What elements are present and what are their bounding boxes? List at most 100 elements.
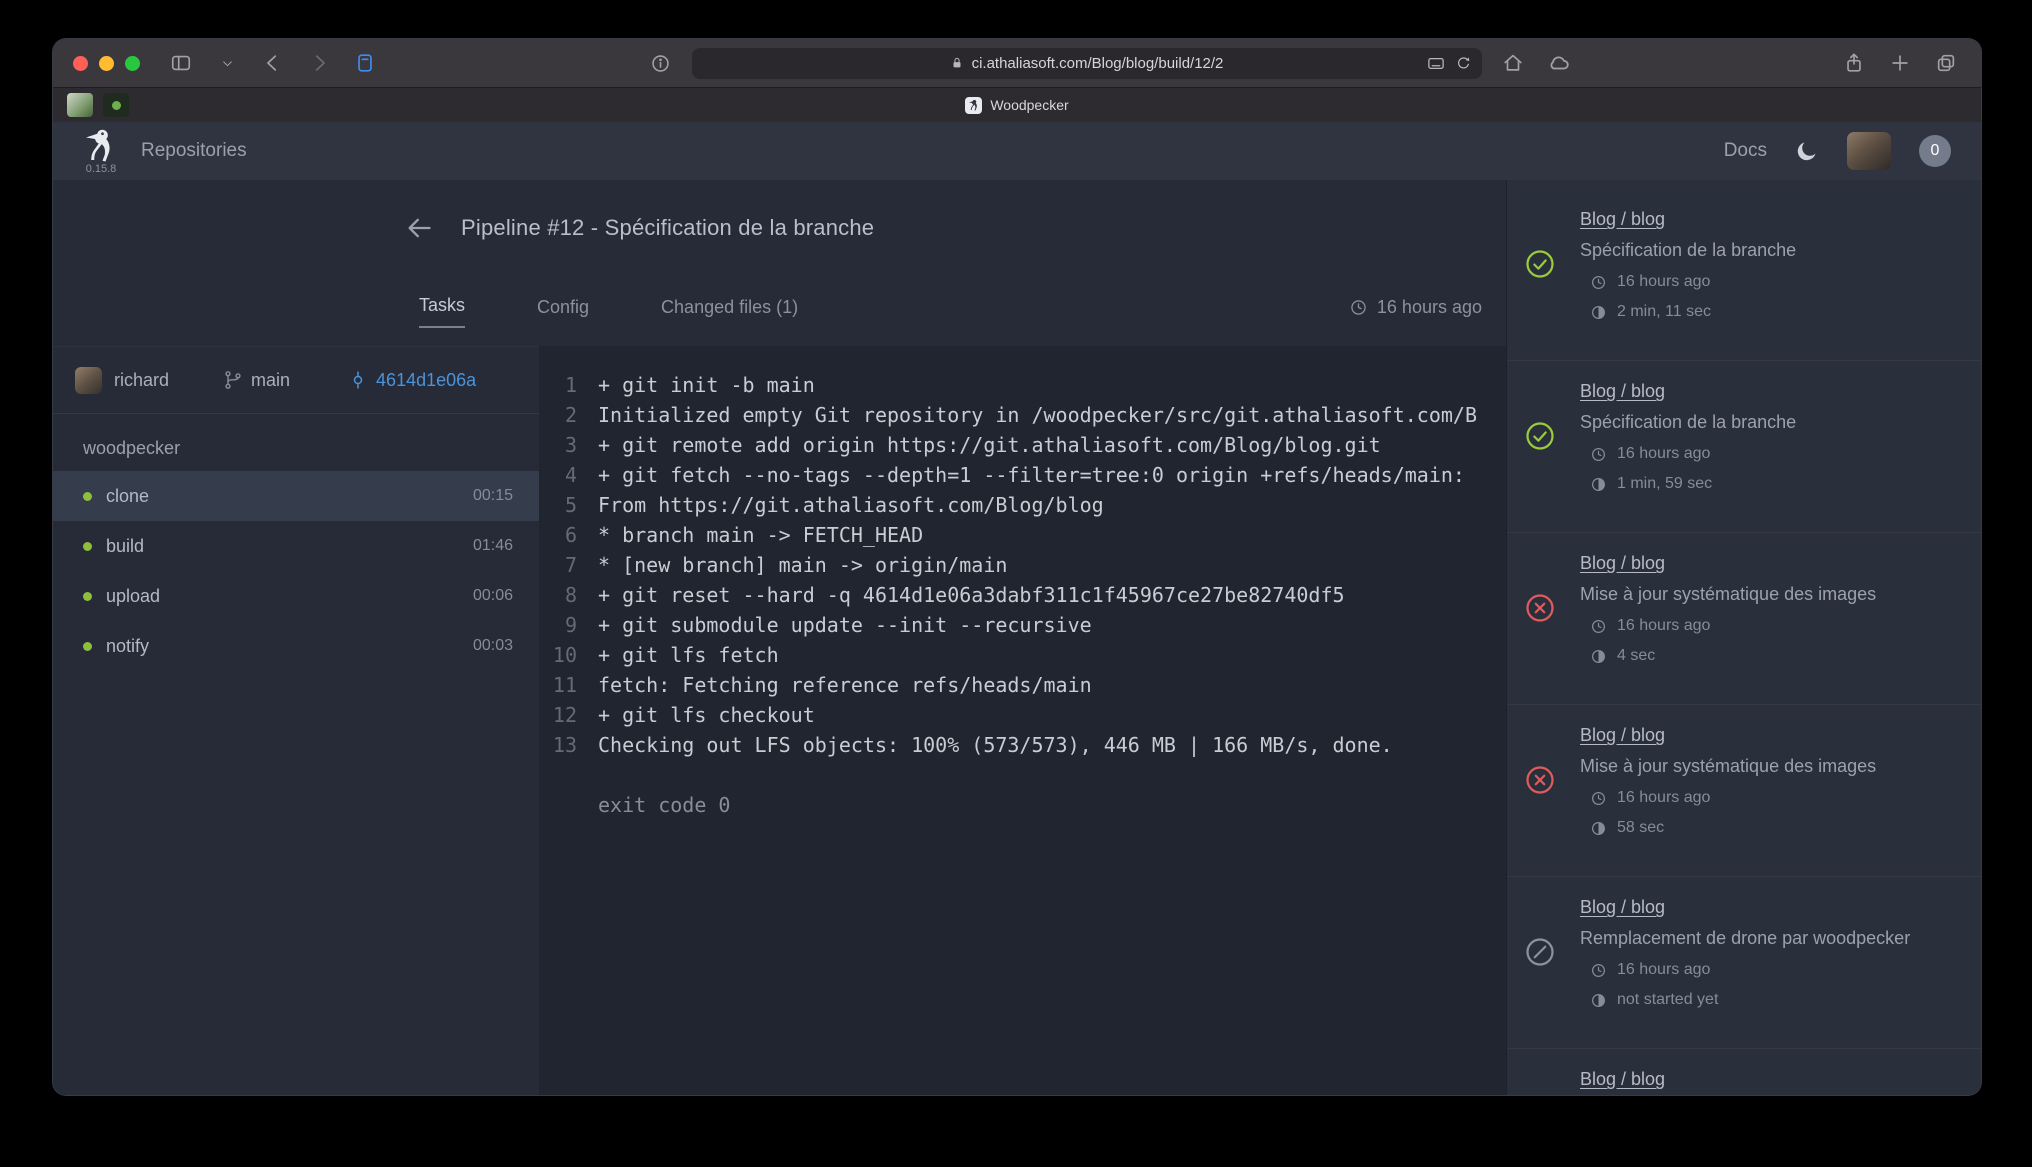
pinned-tab[interactable] <box>103 93 129 117</box>
step-build[interactable]: build 01:46 <box>53 521 539 571</box>
keyboard-icon[interactable] <box>1427 56 1445 71</box>
build-duration: 1 min, 59 sec <box>1590 475 1963 493</box>
duration-icon <box>1590 992 1607 1009</box>
pending-status-icon <box>1525 937 1555 967</box>
commit-message: Spécification de la branche <box>1580 240 1963 261</box>
log-line: 9+ git submodule update --init --recursi… <box>539 610 1506 640</box>
step-clone[interactable]: clone 00:15 <box>53 471 539 521</box>
step-status-dot <box>83 642 92 651</box>
branch-ref[interactable]: main <box>223 370 290 391</box>
url-text: ci.athaliasoft.com/Blog/blog/build/12/2 <box>972 55 1224 72</box>
step-notify[interactable]: notify 00:03 <box>53 621 539 671</box>
tab-title: Woodpecker <box>990 97 1068 113</box>
duration-icon <box>1590 820 1607 837</box>
log-line: 4+ git fetch --no-tags --depth=1 --filte… <box>539 460 1506 490</box>
commit-message: Mise à jour systématique des images <box>1580 756 1963 777</box>
page-title: Pipeline #12 - Spécification de la branc… <box>461 215 874 241</box>
reload-icon[interactable] <box>1455 55 1472 72</box>
build-duration: 2 min, 11 sec <box>1590 303 1963 321</box>
repo-link[interactable]: Blog / blog <box>1580 725 1665 746</box>
back-button[interactable] <box>258 48 288 78</box>
tab-tasks[interactable]: Tasks <box>419 295 465 328</box>
log-line: 1+ git init -b main <box>539 370 1506 400</box>
step-upload[interactable]: upload 00:06 <box>53 571 539 621</box>
duration-icon <box>1590 304 1607 321</box>
branch-icon <box>223 370 243 390</box>
success-status-icon <box>1525 421 1555 451</box>
chevron-down-icon[interactable] <box>212 48 242 78</box>
close-window-button[interactable] <box>73 56 88 71</box>
pipeline-card[interactable]: Blog / blog Mise à jour systématique des… <box>1507 705 1981 877</box>
tab-changed-files[interactable]: Changed files (1) <box>661 297 798 328</box>
step-status-dot <box>83 542 92 551</box>
build-duration: 58 sec <box>1590 819 1963 837</box>
woodpecker-favicon <box>965 97 982 114</box>
new-tab-icon[interactable] <box>1885 48 1915 78</box>
failure-status-icon <box>1525 593 1555 623</box>
new-window-icon[interactable] <box>350 48 380 78</box>
cloud-icon[interactable] <box>1544 48 1574 78</box>
back-arrow-icon[interactable] <box>405 214 433 242</box>
pipeline-card[interactable]: Blog / blog Remplacement de drone par wo… <box>1507 877 1981 1049</box>
failure-status-icon <box>1525 765 1555 795</box>
version-label: 0.15.8 <box>86 164 117 175</box>
pipeline-time: 16 hours ago <box>1349 297 1482 328</box>
repo-link[interactable]: Blog / blog <box>1580 209 1665 230</box>
pinned-tab[interactable] <box>67 93 93 117</box>
screen: ci.athaliasoft.com/Blog/blog/build/12/2 <box>0 0 2032 1167</box>
build-duration: 4 sec <box>1590 647 1963 665</box>
lock-icon <box>950 56 964 70</box>
page-settings-icon[interactable] <box>646 48 676 78</box>
build-time: 16 hours ago <box>1590 617 1963 635</box>
build-time: 16 hours ago <box>1590 961 1963 979</box>
repo-link[interactable]: Blog / blog <box>1580 553 1665 574</box>
pipeline-card[interactable]: Blog / blog Mise à jour systématique des… <box>1507 533 1981 705</box>
workflow-name: woodpecker <box>83 438 539 459</box>
zoom-window-button[interactable] <box>125 56 140 71</box>
nav-docs[interactable]: Docs <box>1724 140 1767 162</box>
tab-overview-icon[interactable] <box>1931 48 1961 78</box>
log-line: 5From https://git.athaliasoft.com/Blog/b… <box>539 490 1506 520</box>
step-status-dot <box>83 492 92 501</box>
clock-icon <box>1590 446 1607 463</box>
browser-window: ci.athaliasoft.com/Blog/blog/build/12/2 <box>52 38 1982 1096</box>
counter-badge[interactable]: 0 <box>1919 135 1951 167</box>
repo-link[interactable]: Blog / blog <box>1580 381 1665 402</box>
duration-icon <box>1590 476 1607 493</box>
commit-icon <box>348 370 368 390</box>
active-tab[interactable]: Woodpecker <box>965 97 1068 114</box>
share-icon[interactable] <box>1839 48 1869 78</box>
sidebar-toggle-icon[interactable] <box>166 48 196 78</box>
log-line: 2Initialized empty Git repository in /wo… <box>539 400 1506 430</box>
woodpecker-logo[interactable]: 0.15.8 <box>83 127 119 175</box>
pipeline-title-block: Pipeline #12 - Spécification de la branc… <box>53 180 1506 346</box>
build-time: 16 hours ago <box>1590 789 1963 807</box>
step-status-dot <box>83 592 92 601</box>
nav-repositories[interactable]: Repositories <box>141 140 247 162</box>
log-line: 7* [new branch] main -> origin/main <box>539 550 1506 580</box>
log-line: 3+ git remote add origin https://git.ath… <box>539 430 1506 460</box>
repo-link[interactable]: Blog / blog <box>1580 1069 1665 1090</box>
home-icon[interactable] <box>1498 48 1528 78</box>
pipeline-card[interactable]: Blog / blog Remplacement de drone par wo… <box>1507 1049 1981 1095</box>
clock-icon <box>1349 298 1368 317</box>
log-line: 12+ git lfs checkout <box>539 700 1506 730</box>
commit-link[interactable]: 4614d1e06a <box>348 370 476 391</box>
browser-toolbar: ci.athaliasoft.com/Blog/blog/build/12/2 <box>53 39 1981 87</box>
tab-config[interactable]: Config <box>537 297 589 328</box>
build-duration: not started yet <box>1590 991 1963 1009</box>
pipeline-card[interactable]: Blog / blog Spécification de la branche … <box>1507 361 1981 533</box>
woodpecker-app: 0.15.8 Repositories Docs 0 Pipelin <box>53 122 1981 1095</box>
url-bar[interactable]: ci.athaliasoft.com/Blog/blog/build/12/2 <box>692 48 1482 79</box>
user-avatar[interactable] <box>1847 132 1891 170</box>
repo-link[interactable]: Blog / blog <box>1580 897 1665 918</box>
clock-icon <box>1590 618 1607 635</box>
pipeline-card[interactable]: Blog / blog Spécification de la branche … <box>1507 189 1981 361</box>
log-line: 11fetch: Fetching reference refs/heads/m… <box>539 670 1506 700</box>
recent-pipelines-sidebar: Blog / blog Spécification de la branche … <box>1506 180 1981 1095</box>
window-controls <box>73 56 140 71</box>
dark-mode-moon-icon[interactable] <box>1795 139 1819 163</box>
minimize-window-button[interactable] <box>99 56 114 71</box>
log-line: 13Checking out LFS objects: 100% (573/57… <box>539 730 1506 760</box>
forward-button[interactable] <box>304 48 334 78</box>
